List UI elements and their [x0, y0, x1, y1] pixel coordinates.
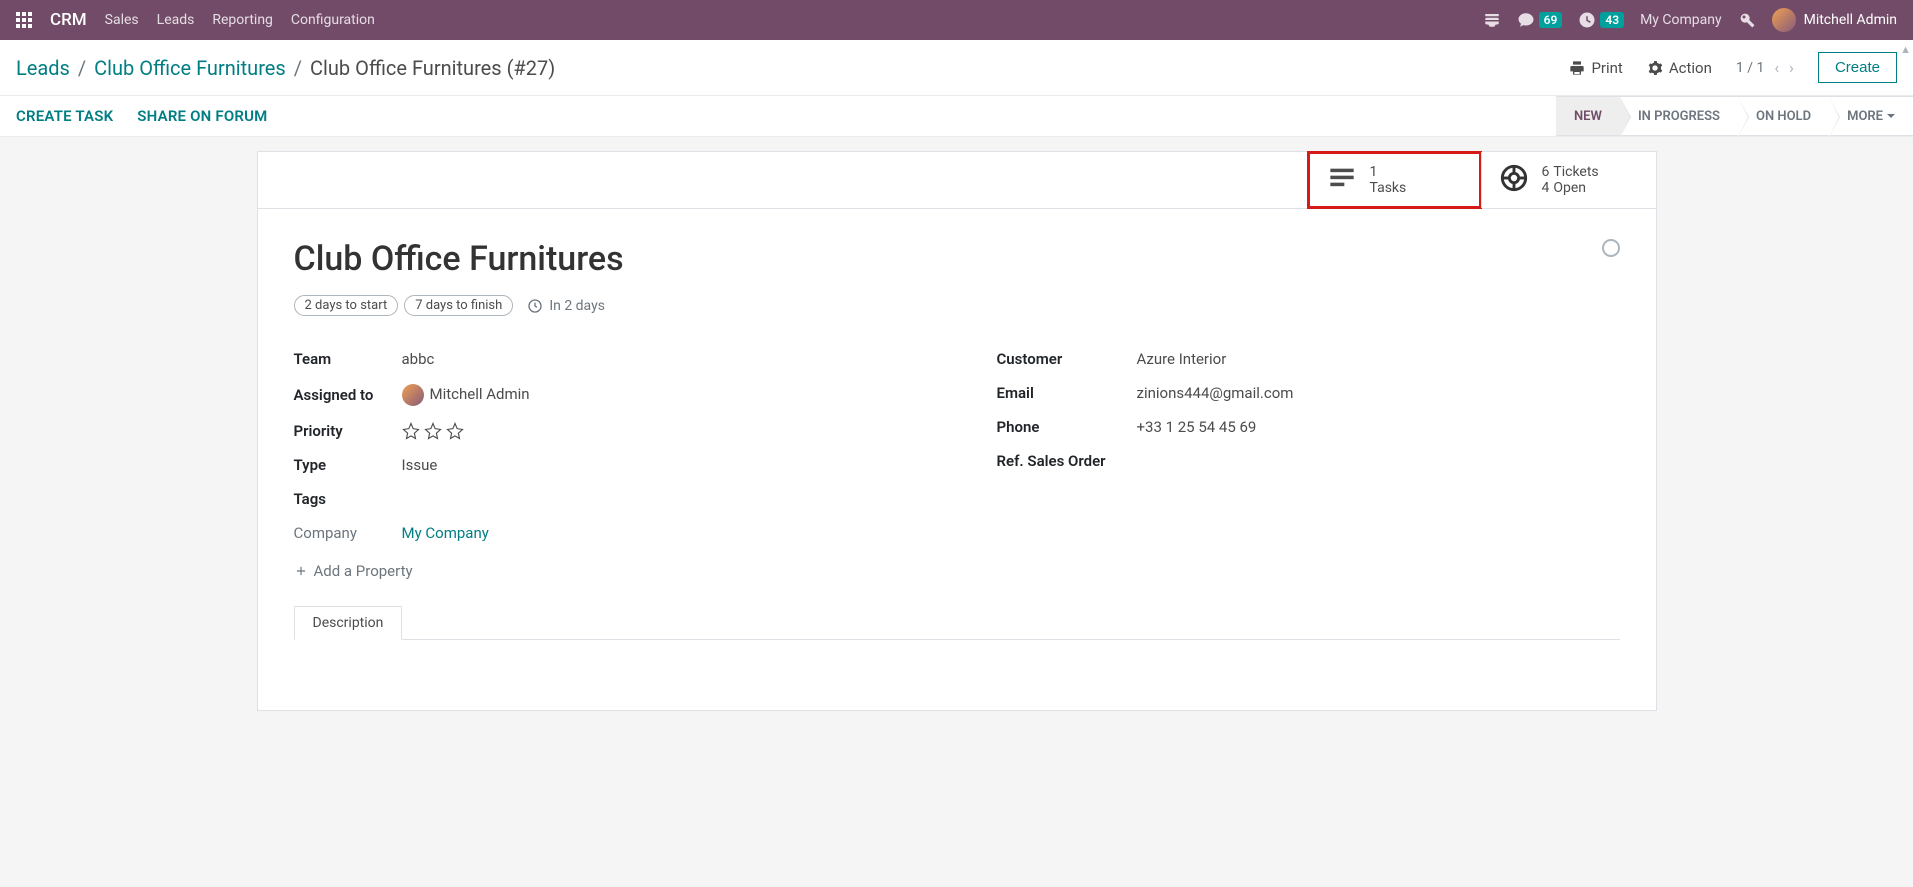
- create-task-button[interactable]: CREATE TASK: [16, 107, 113, 125]
- stat-boxes: 1 Tasks 6 Tickets 4 Open: [258, 152, 1656, 209]
- stat-tickets-count: 6: [1542, 164, 1550, 180]
- brand-label[interactable]: CRM: [50, 10, 87, 30]
- activities-badge: 43: [1600, 12, 1624, 28]
- nav-leads[interactable]: Leads: [157, 12, 195, 28]
- tasks-icon: [1328, 164, 1356, 196]
- nav-sales[interactable]: Sales: [105, 12, 139, 28]
- share-forum-button[interactable]: SHARE ON FORUM: [137, 107, 267, 125]
- priority-stars: [402, 422, 464, 440]
- activities-button[interactable]: 43: [1578, 11, 1624, 29]
- chip-days-to-finish[interactable]: 7 days to finish: [404, 295, 513, 316]
- action-row: CREATE TASK SHARE ON FORUM NEW IN PROGRE…: [0, 96, 1913, 137]
- team-value[interactable]: abbc: [402, 350, 435, 368]
- status-in-progress[interactable]: IN PROGRESS: [1620, 96, 1738, 136]
- messages-badge: 69: [1539, 12, 1563, 28]
- tab-description[interactable]: Description: [294, 606, 403, 640]
- assigned-value[interactable]: Mitchell Admin: [402, 384, 530, 406]
- refso-label: Ref. Sales Order: [997, 452, 1137, 470]
- breadcrumb-row: Leads / Club Office Furnitures / Club Of…: [0, 40, 1913, 96]
- star-icon[interactable]: [402, 422, 420, 440]
- action-button[interactable]: Action: [1647, 59, 1712, 77]
- record-card: 1 Tasks 6 Tickets 4 Open Club Office Fur…: [257, 151, 1657, 711]
- topbar: CRM Sales Leads Reporting Configuration …: [0, 0, 1913, 40]
- status-more-label: MORE: [1847, 109, 1883, 124]
- user-name-label: Mitchell Admin: [1804, 12, 1897, 28]
- pager-next-icon[interactable]: ›: [1789, 58, 1794, 77]
- customer-value[interactable]: Azure Interior: [1137, 350, 1227, 368]
- avatar-icon: [1772, 8, 1796, 32]
- kanban-state-icon[interactable]: [1602, 239, 1620, 257]
- assigned-name: Mitchell Admin: [430, 385, 530, 403]
- add-property-button[interactable]: Add a Property: [294, 562, 917, 580]
- status-on-hold[interactable]: ON HOLD: [1738, 96, 1829, 136]
- company-label: Company: [294, 524, 402, 542]
- pager-prev-icon[interactable]: ‹: [1774, 58, 1779, 77]
- status-more[interactable]: MORE: [1829, 96, 1913, 136]
- create-button[interactable]: Create: [1818, 52, 1897, 83]
- email-value[interactable]: zinions444@gmail.com: [1137, 384, 1294, 402]
- status-bar: NEW IN PROGRESS ON HOLD MORE: [1556, 96, 1913, 136]
- star-icon[interactable]: [424, 422, 442, 440]
- team-label: Team: [294, 350, 402, 368]
- apps-icon[interactable]: [16, 12, 32, 28]
- nav-reporting[interactable]: Reporting: [212, 12, 273, 28]
- tabs: Description: [294, 606, 1620, 640]
- main-area: 1 Tasks 6 Tickets 4 Open Club Office Fur…: [0, 137, 1913, 725]
- breadcrumb: Leads / Club Office Furnitures / Club Of…: [16, 56, 555, 80]
- stat-tickets[interactable]: 6 Tickets 4 Open: [1481, 152, 1656, 208]
- nav-configuration[interactable]: Configuration: [291, 12, 375, 28]
- chat-icon: [1517, 11, 1535, 29]
- stat-tickets-label: Tickets: [1553, 164, 1598, 180]
- print-label: Print: [1591, 59, 1622, 77]
- assigned-avatar-icon: [402, 384, 424, 406]
- pager: 1 / 1 ‹ ›: [1736, 58, 1794, 77]
- stat-tickets-open-count: 4: [1542, 180, 1550, 196]
- type-label: Type: [294, 456, 402, 474]
- crumb-leads[interactable]: Leads: [16, 56, 70, 80]
- schedule-label: In 2 days: [549, 298, 605, 314]
- stat-tickets-open-label: Open: [1553, 180, 1586, 196]
- phone-icon[interactable]: [1483, 11, 1501, 29]
- star-icon[interactable]: [446, 422, 464, 440]
- phone-value[interactable]: +33 1 25 54 45 69: [1137, 418, 1257, 436]
- priority-label: Priority: [294, 422, 402, 440]
- stat-tasks[interactable]: 1 Tasks: [1307, 151, 1482, 209]
- lifebuoy-icon: [1500, 164, 1528, 196]
- add-property-label: Add a Property: [314, 562, 413, 580]
- pager-text: 1 / 1: [1736, 60, 1764, 76]
- user-menu[interactable]: Mitchell Admin: [1772, 8, 1897, 32]
- type-value[interactable]: Issue: [402, 456, 438, 474]
- action-label: Action: [1669, 59, 1712, 77]
- crumb-sep: /: [78, 56, 86, 80]
- tags-label: Tags: [294, 490, 402, 508]
- fields-right: CustomerAzure Interior Emailzinions444@g…: [997, 342, 1620, 580]
- company-selector[interactable]: My Company: [1640, 12, 1722, 28]
- scroll-up-icon[interactable]: ▲: [1900, 43, 1911, 56]
- schedule-chip[interactable]: In 2 days: [527, 298, 605, 314]
- crumb-club[interactable]: Club Office Furnitures: [94, 56, 286, 80]
- email-label: Email: [997, 384, 1137, 402]
- status-inprogress-label: IN PROGRESS: [1638, 109, 1720, 124]
- fields-left: Teamabbc Assigned to Mitchell Admin Prior…: [294, 342, 917, 580]
- page-title: Club Office Furnitures: [294, 239, 1620, 279]
- crumb-sep: /: [294, 56, 302, 80]
- company-value[interactable]: My Company: [402, 524, 489, 542]
- crumb-current: Club Office Furnitures (#27): [310, 56, 555, 80]
- print-button[interactable]: Print: [1569, 59, 1622, 77]
- chip-days-to-start[interactable]: 2 days to start: [294, 295, 399, 316]
- assigned-label: Assigned to: [294, 386, 402, 404]
- wrench-icon[interactable]: [1738, 11, 1756, 29]
- clock-icon: [1578, 11, 1596, 29]
- phone-label: Phone: [997, 418, 1137, 436]
- status-new[interactable]: NEW: [1556, 96, 1620, 136]
- messages-button[interactable]: 69: [1517, 11, 1563, 29]
- status-new-label: NEW: [1574, 109, 1602, 124]
- stat-tasks-label: Tasks: [1370, 180, 1407, 196]
- stat-tasks-count: 1: [1370, 164, 1407, 180]
- chevron-down-icon: [1887, 114, 1895, 118]
- status-onhold-label: ON HOLD: [1756, 109, 1811, 124]
- customer-label: Customer: [997, 350, 1137, 368]
